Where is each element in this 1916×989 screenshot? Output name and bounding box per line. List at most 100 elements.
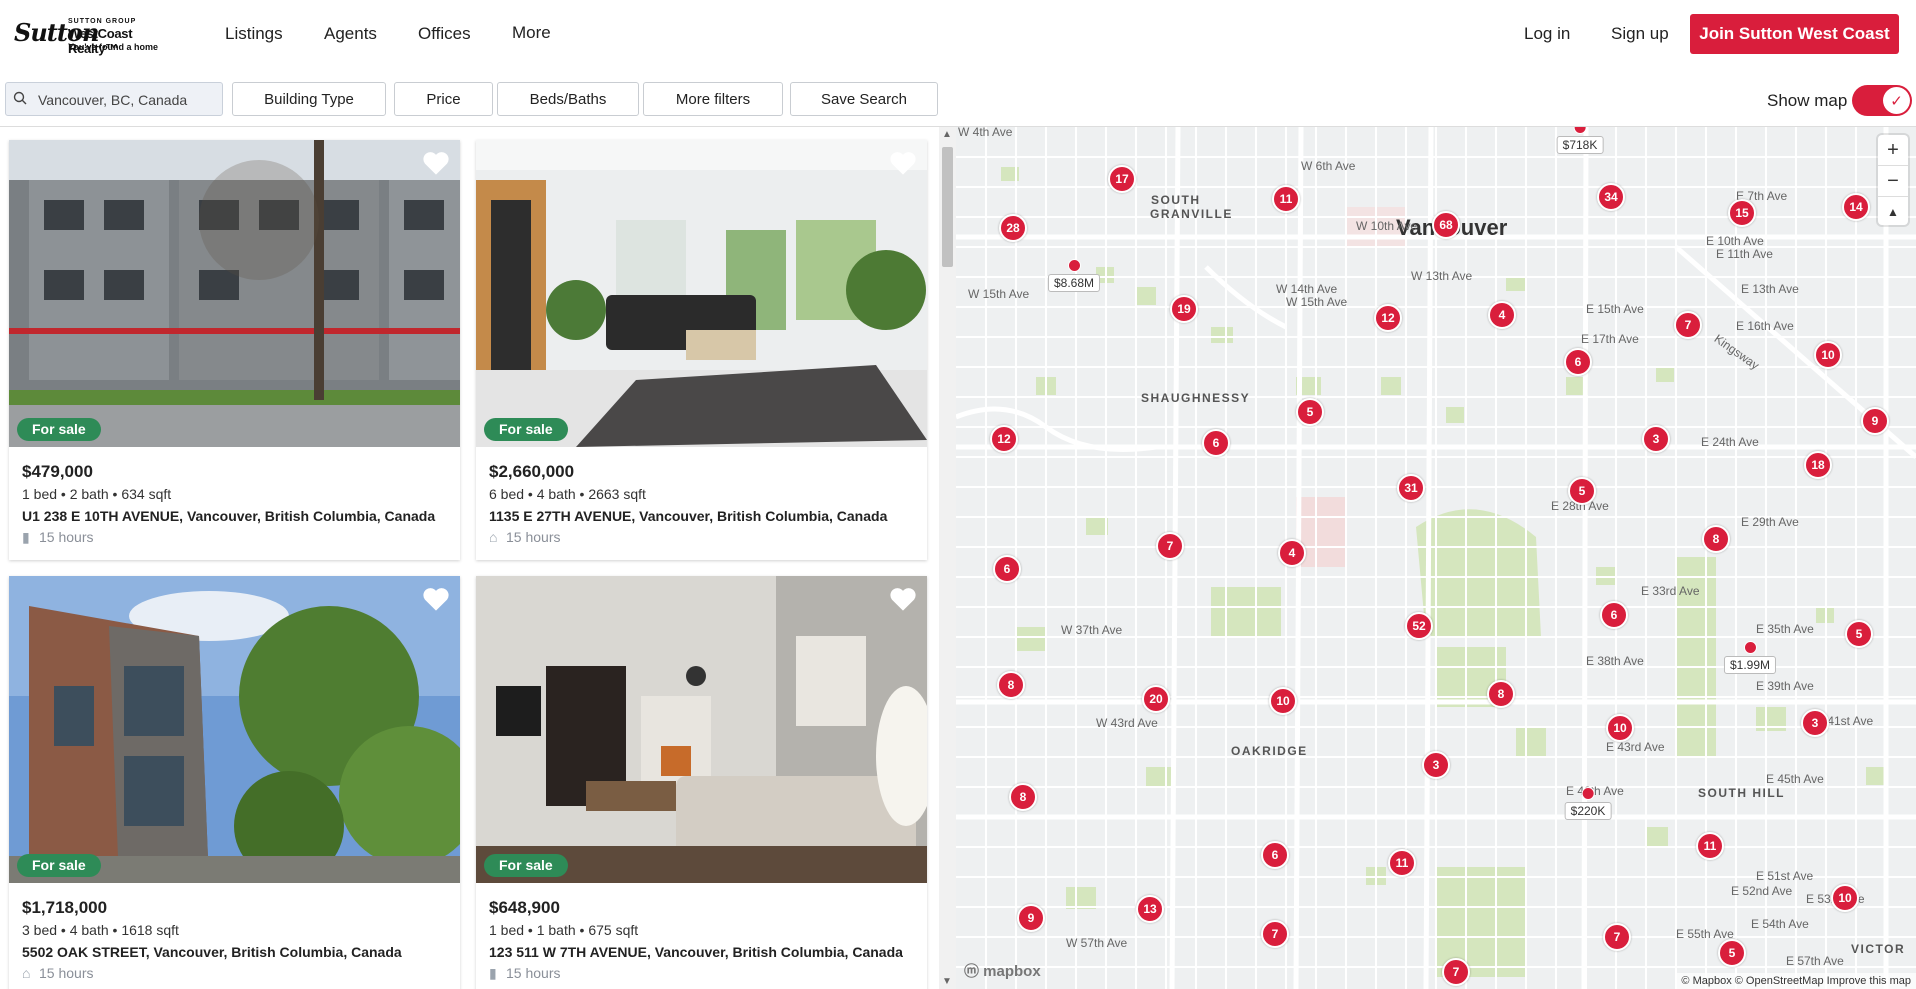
cluster-marker[interactable]: 6 bbox=[993, 555, 1021, 583]
cluster-marker[interactable]: 14 bbox=[1842, 193, 1870, 221]
cluster-marker[interactable]: 6 bbox=[1261, 841, 1289, 869]
map-attribution[interactable]: © Mapbox © OpenStreetMap Improve this ma… bbox=[1676, 973, 1916, 989]
cluster-marker[interactable]: 13 bbox=[1136, 895, 1164, 923]
listing-card[interactable]: For sale $2,660,000 6 bed • 4 bath • 266… bbox=[476, 140, 927, 560]
neighbourhood-label: SHAUGHNESSY bbox=[1141, 391, 1251, 405]
listing-photo[interactable]: For sale bbox=[476, 140, 927, 447]
cluster-marker[interactable]: 9 bbox=[1861, 407, 1889, 435]
zoom-out-button[interactable]: − bbox=[1878, 165, 1908, 196]
listing-photo[interactable]: For sale bbox=[9, 140, 460, 447]
cluster-marker[interactable]: 11 bbox=[1696, 832, 1724, 860]
scroll-up-icon[interactable]: ▲ bbox=[942, 129, 952, 140]
beds-baths-button[interactable]: Beds/Baths bbox=[497, 82, 639, 116]
cluster-marker[interactable]: 12 bbox=[1374, 304, 1402, 332]
mapbox-logo[interactable]: ⓜ mapbox bbox=[964, 960, 1041, 981]
listing-card[interactable]: For sale $479,000 1 bed • 2 bath • 634 s… bbox=[9, 140, 460, 560]
street-label: W 15th Ave bbox=[968, 287, 1030, 301]
listing-address[interactable]: 1135 E 27TH AVENUE, Vancouver, British C… bbox=[489, 508, 887, 524]
zoom-in-button[interactable]: + bbox=[1878, 135, 1908, 165]
cluster-marker[interactable]: 17 bbox=[1108, 165, 1136, 193]
cluster-marker[interactable]: 18 bbox=[1804, 451, 1832, 479]
cluster-marker[interactable]: 6 bbox=[1202, 429, 1230, 457]
price-pin[interactable]: $8.68M bbox=[1047, 259, 1101, 292]
cluster-marker[interactable]: 68 bbox=[1432, 211, 1460, 239]
cluster-marker[interactable]: 4 bbox=[1488, 301, 1516, 329]
cluster-marker[interactable]: 5 bbox=[1718, 939, 1746, 967]
cluster-marker[interactable]: 34 bbox=[1597, 183, 1625, 211]
nav-agents[interactable]: Agents bbox=[324, 24, 377, 44]
cluster-marker[interactable]: 31 bbox=[1397, 474, 1425, 502]
cluster-marker[interactable]: 5 bbox=[1568, 477, 1596, 505]
price-pin[interactable]: $1.99M bbox=[1723, 641, 1777, 674]
heart-icon[interactable] bbox=[422, 586, 450, 612]
street-label: E 57th Ave bbox=[1786, 954, 1844, 968]
heart-icon[interactable] bbox=[889, 586, 917, 612]
cluster-marker[interactable]: 11 bbox=[1388, 849, 1416, 877]
cluster-marker[interactable]: 8 bbox=[1702, 525, 1730, 553]
cluster-marker[interactable]: 15 bbox=[1728, 199, 1756, 227]
listings-scrollbar[interactable]: ▲ ▼ bbox=[939, 127, 956, 989]
sutton-logo[interactable]: Sutton SUTTON GROUP WestCoast Realty™ Yo… bbox=[14, 16, 184, 56]
cluster-marker[interactable]: 3 bbox=[1642, 425, 1670, 453]
search-input[interactable] bbox=[36, 89, 220, 111]
street-label: E 33rd Ave bbox=[1641, 584, 1700, 598]
signup-link[interactable]: Sign up bbox=[1611, 24, 1669, 44]
cluster-marker[interactable]: 9 bbox=[1017, 904, 1045, 932]
map-panel[interactable]: Vancouver SOUTH GRANVILLE SHAUGHNESSY OA… bbox=[956, 127, 1916, 989]
location-search[interactable] bbox=[5, 82, 223, 116]
nav-offices[interactable]: Offices bbox=[418, 24, 471, 44]
building-type-button[interactable]: Building Type bbox=[232, 82, 386, 116]
nav-listings[interactable]: Listings bbox=[225, 24, 283, 44]
listing-photo[interactable]: For sale bbox=[9, 576, 460, 883]
cluster-marker[interactable]: 12 bbox=[990, 425, 1018, 453]
cluster-marker[interactable]: 7 bbox=[1442, 958, 1470, 986]
cluster-marker[interactable]: 11 bbox=[1272, 185, 1300, 213]
street-label: W 6th Ave bbox=[1301, 159, 1356, 173]
cluster-marker[interactable]: 10 bbox=[1269, 687, 1297, 715]
more-filters-button[interactable]: More filters bbox=[643, 82, 783, 116]
cluster-marker[interactable]: 52 bbox=[1405, 612, 1433, 640]
scroll-thumb[interactable] bbox=[942, 147, 953, 267]
listing-address[interactable]: 5502 OAK STREET, Vancouver, British Colu… bbox=[22, 944, 402, 960]
listing-address[interactable]: U1 238 E 10TH AVENUE, Vancouver, British… bbox=[22, 508, 435, 524]
street-label: W 15th Ave bbox=[1286, 295, 1348, 309]
price-button[interactable]: Price bbox=[394, 82, 493, 116]
scroll-down-icon[interactable]: ▼ bbox=[942, 976, 952, 987]
price-pin[interactable]: $718K bbox=[1556, 127, 1604, 154]
join-button[interactable]: Join Sutton West Coast bbox=[1690, 14, 1899, 54]
cluster-marker[interactable]: 10 bbox=[1814, 341, 1842, 369]
show-map-toggle[interactable]: ✓ bbox=[1852, 85, 1912, 116]
listing-address[interactable]: 123 511 W 7TH AVENUE, Vancouver, British… bbox=[489, 944, 903, 960]
listing-photo[interactable]: For sale bbox=[476, 576, 927, 883]
cluster-marker[interactable]: 4 bbox=[1278, 539, 1306, 567]
cluster-marker[interactable]: 28 bbox=[999, 214, 1027, 242]
listing-card[interactable]: For sale $648,900 1 bed • 1 bath • 675 s… bbox=[476, 576, 927, 989]
heart-icon[interactable] bbox=[889, 150, 917, 176]
login-link[interactable]: Log in bbox=[1524, 24, 1570, 44]
cluster-marker[interactable]: 6 bbox=[1600, 601, 1628, 629]
cluster-marker[interactable]: 19 bbox=[1170, 295, 1198, 323]
cluster-marker[interactable]: 8 bbox=[1487, 680, 1515, 708]
cluster-marker[interactable]: 8 bbox=[1009, 783, 1037, 811]
cluster-marker[interactable]: 10 bbox=[1831, 884, 1859, 912]
cluster-marker[interactable]: 20 bbox=[1142, 685, 1170, 713]
cluster-marker[interactable]: 5 bbox=[1296, 398, 1324, 426]
compass-icon[interactable]: ▲ bbox=[1878, 196, 1908, 227]
cluster-marker[interactable]: 3 bbox=[1422, 751, 1450, 779]
cluster-marker[interactable]: 8 bbox=[997, 671, 1025, 699]
cluster-marker[interactable]: 7 bbox=[1261, 920, 1289, 948]
listing-card[interactable]: For sale $1,718,000 3 bed • 4 bath • 161… bbox=[9, 576, 460, 989]
cluster-marker[interactable]: 7 bbox=[1156, 532, 1184, 560]
cluster-marker[interactable]: 7 bbox=[1603, 923, 1631, 951]
cluster-marker[interactable]: 5 bbox=[1845, 620, 1873, 648]
price-pin[interactable]: $220K bbox=[1564, 787, 1612, 820]
street-label: E 29th Ave bbox=[1741, 515, 1799, 529]
cluster-marker[interactable]: 3 bbox=[1801, 709, 1829, 737]
save-search-button[interactable]: Save Search bbox=[790, 82, 938, 116]
heart-icon[interactable] bbox=[422, 150, 450, 176]
street-label: E 10th Ave bbox=[1706, 234, 1764, 248]
nav-more[interactable]: More bbox=[512, 23, 551, 43]
cluster-marker[interactable]: 10 bbox=[1606, 714, 1634, 742]
cluster-marker[interactable]: 7 bbox=[1674, 311, 1702, 339]
cluster-marker[interactable]: 6 bbox=[1564, 348, 1592, 376]
